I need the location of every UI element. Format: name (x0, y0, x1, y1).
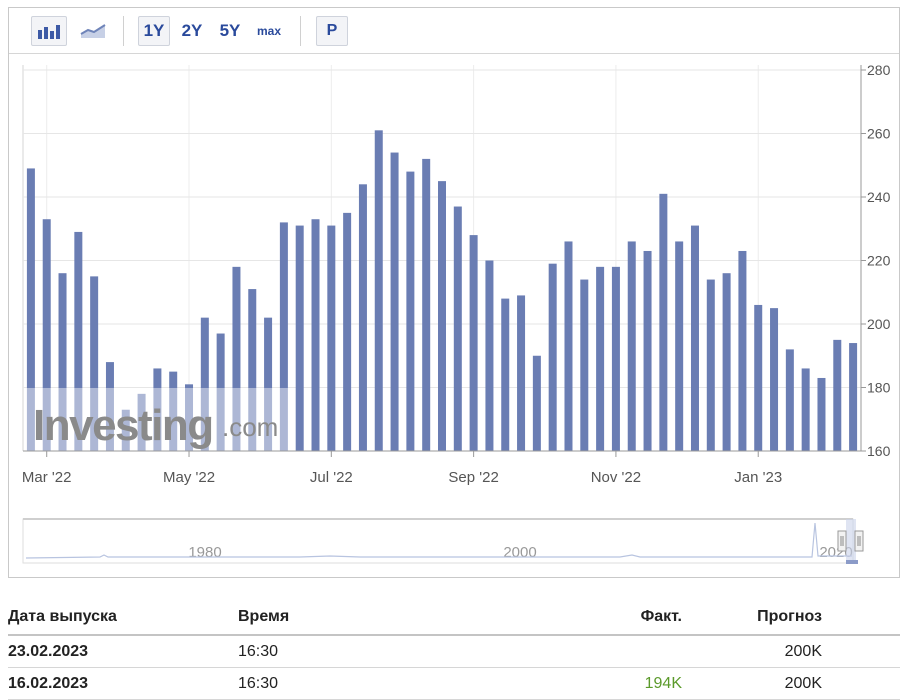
bar (327, 225, 336, 451)
y-tick-label: 200 (867, 316, 891, 332)
bar (785, 349, 794, 451)
bar (833, 339, 842, 451)
row-time: 16:30 (238, 674, 279, 692)
bar (722, 273, 731, 451)
bar (358, 184, 367, 452)
bar (801, 368, 810, 451)
bar (548, 263, 557, 451)
x-tick-label: May '22 (163, 469, 215, 486)
row-date: 16.02.2023 (8, 674, 89, 692)
row-date: 23.02.2023 (8, 642, 89, 660)
bar (706, 279, 715, 451)
release-table: Дата выпуска Время Факт. Прогноз 23.02.2… (8, 600, 900, 700)
table-row: 23.02.2023 16:30 200K (8, 636, 900, 668)
bar (517, 295, 526, 451)
bar (406, 171, 415, 451)
header-forecast: Прогноз (757, 608, 822, 625)
bar (580, 279, 589, 451)
bar (295, 225, 304, 451)
bar (690, 225, 699, 451)
table-row: 16.02.2023 16:30 194K 200K (8, 668, 900, 700)
bar (849, 343, 858, 451)
bar (659, 193, 668, 451)
bar (770, 308, 779, 451)
bar-chart: 160 180 200 220 240 260 280 Investing .com Mar '2… (22, 62, 891, 564)
header-date: Дата выпуска (8, 608, 117, 625)
navigator-right-handle[interactable] (854, 530, 864, 552)
x-tick-label: Sep '22 (448, 469, 498, 486)
y-tick-label: 240 (867, 189, 891, 205)
x-tick-label: Jul '22 (310, 469, 353, 486)
y-tick-label: 180 (867, 380, 891, 396)
bar (738, 250, 747, 451)
bar (643, 250, 652, 451)
row-actual: 194K (644, 674, 682, 692)
x-tick-label: Nov '22 (591, 469, 641, 486)
x-tick-label: Jan '23 (734, 469, 782, 486)
header-time: Время (238, 608, 290, 625)
navigator-left-handle[interactable] (837, 530, 847, 552)
row-time: 16:30 (238, 642, 279, 660)
row-forecast: 200K (784, 642, 822, 660)
bar (501, 298, 510, 451)
bar (485, 260, 494, 451)
x-tick-label: Mar '22 (22, 469, 72, 486)
bar (754, 304, 763, 451)
bar (596, 266, 605, 451)
bar (675, 241, 684, 451)
bar (390, 152, 399, 452)
bar (532, 355, 541, 451)
y-tick-label: 220 (867, 253, 891, 269)
header-actual: Факт. (640, 608, 682, 625)
bar (611, 266, 620, 451)
bar (343, 212, 352, 451)
bar (453, 206, 462, 451)
bar (817, 377, 826, 451)
bar (311, 219, 320, 451)
bar (627, 241, 636, 451)
watermark-logo-suffix: .com (222, 412, 278, 442)
table-header: Дата выпуска Время Факт. Прогноз (8, 600, 900, 636)
bar (469, 235, 478, 451)
y-tick-label: 260 (867, 126, 891, 142)
bar (438, 181, 446, 451)
navigator-year-label: 1980 (188, 544, 221, 561)
row-forecast: 200K (784, 674, 822, 692)
watermark-logo: Investing (33, 401, 213, 450)
bar (374, 130, 383, 451)
y-tick-label: 280 (867, 62, 891, 78)
bar (422, 158, 431, 451)
bar (564, 241, 573, 451)
y-tick-label: 160 (867, 443, 891, 459)
navigator-year-label: 2000 (503, 544, 536, 561)
navigator-scroll-thumb (846, 560, 858, 564)
